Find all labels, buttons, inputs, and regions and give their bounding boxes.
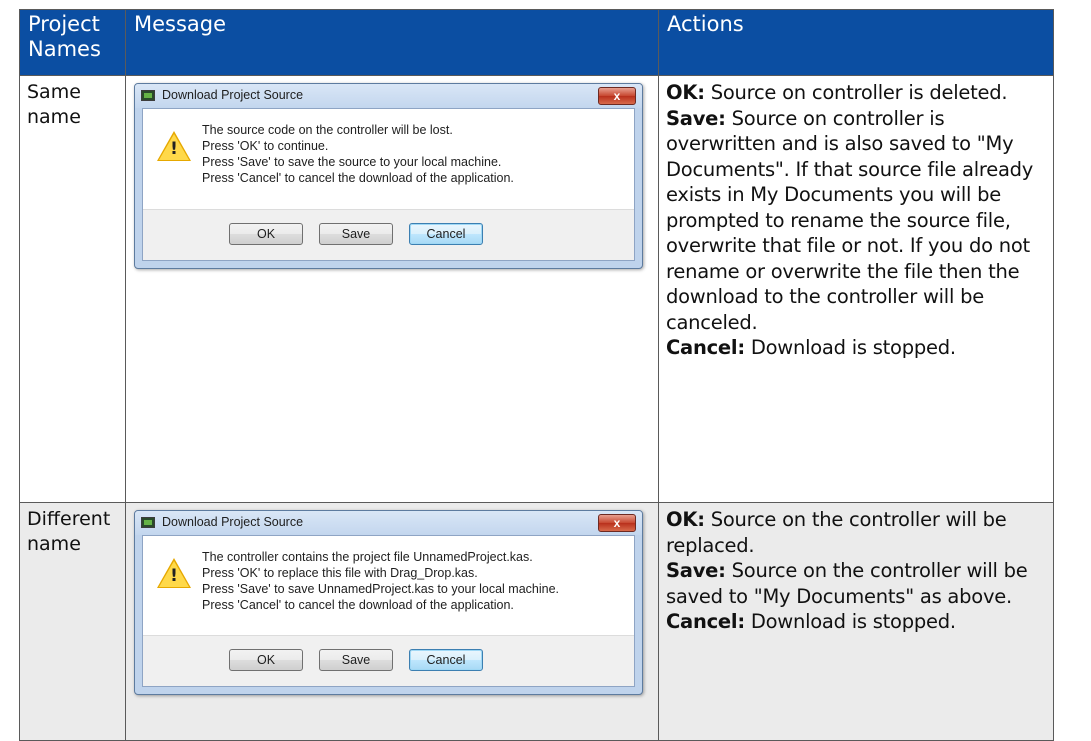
header-actions: Actions: [658, 9, 1054, 76]
header-row: Project Names Message Actions: [19, 9, 1054, 76]
message-cell: Download Project Source x ! The controll…: [125, 502, 659, 741]
message-line: The controller contains the project file…: [202, 550, 533, 564]
save-button[interactable]: Save: [319, 649, 393, 671]
project-download-table: Project Names Message Actions Same name …: [19, 9, 1054, 741]
action-ok: OK: Source on controller is deleted.: [666, 81, 1008, 104]
action-ok: OK: Source on the controller will be rep…: [666, 508, 1007, 557]
message-line: Press 'Cancel' to cancel the download of…: [202, 598, 514, 612]
ok-button[interactable]: OK: [229, 649, 303, 671]
button-panel: OK Save Cancel: [143, 635, 634, 686]
download-dialog: Download Project Source x ! The controll…: [134, 510, 643, 695]
dialog-title-bar: Download Project Source x: [135, 511, 642, 535]
message-line: The source code on the controller will b…: [202, 123, 453, 137]
table-row: Same name Download Project Source x ! Th…: [19, 75, 1054, 503]
action-cancel: Cancel: Download is stopped.: [666, 610, 956, 633]
app-icon: [141, 517, 155, 528]
ok-button[interactable]: OK: [229, 223, 303, 245]
message-line: Press 'Save' to save UnnamedProject.kas …: [202, 582, 560, 596]
app-icon: [141, 90, 155, 101]
dialog-message: The source code on the controller will b…: [202, 122, 514, 186]
dialog-title: Download Project Source: [162, 88, 304, 102]
download-dialog: Download Project Source x ! The source c…: [134, 83, 643, 269]
message-cell: Download Project Source x ! The source c…: [125, 75, 659, 503]
message-line: Press 'Cancel' to cancel the download of…: [202, 171, 514, 185]
dialog-message: The controller contains the project file…: [202, 549, 559, 613]
action-cancel: Cancel: Download is stopped.: [666, 336, 956, 359]
header-project-names: Project Names: [19, 9, 126, 76]
message-line: Press 'OK' to replace this file with Dra…: [202, 566, 478, 580]
header-message: Message: [125, 9, 659, 76]
button-panel: OK Save Cancel: [143, 209, 634, 260]
dialog-body: ! The source code on the controller will…: [142, 108, 635, 261]
message-line: Press 'Save' to save the source to your …: [202, 155, 502, 169]
project-name-cell: Same name: [19, 75, 126, 503]
action-save: Save: Source on controller is overwritte…: [666, 106, 1034, 334]
action-save: Save: Source on the controller will be s…: [666, 559, 1028, 608]
table-row: Different name Download Project Source x…: [19, 502, 1054, 741]
message-line: Press 'OK' to continue.: [202, 139, 329, 153]
project-name-cell: Different name: [19, 502, 126, 741]
close-button[interactable]: x: [598, 87, 636, 105]
cancel-button[interactable]: Cancel: [409, 223, 483, 245]
actions-cell: OK: Source on the controller will be rep…: [658, 502, 1054, 741]
save-button[interactable]: Save: [319, 223, 393, 245]
dialog-title: Download Project Source: [162, 515, 304, 529]
close-button[interactable]: x: [598, 514, 636, 532]
actions-cell: OK: Source on controller is deleted. Sav…: [658, 75, 1054, 503]
dialog-title-bar: Download Project Source x: [135, 84, 642, 108]
cancel-button[interactable]: Cancel: [409, 649, 483, 671]
dialog-body: ! The controller contains the project fi…: [142, 535, 635, 687]
